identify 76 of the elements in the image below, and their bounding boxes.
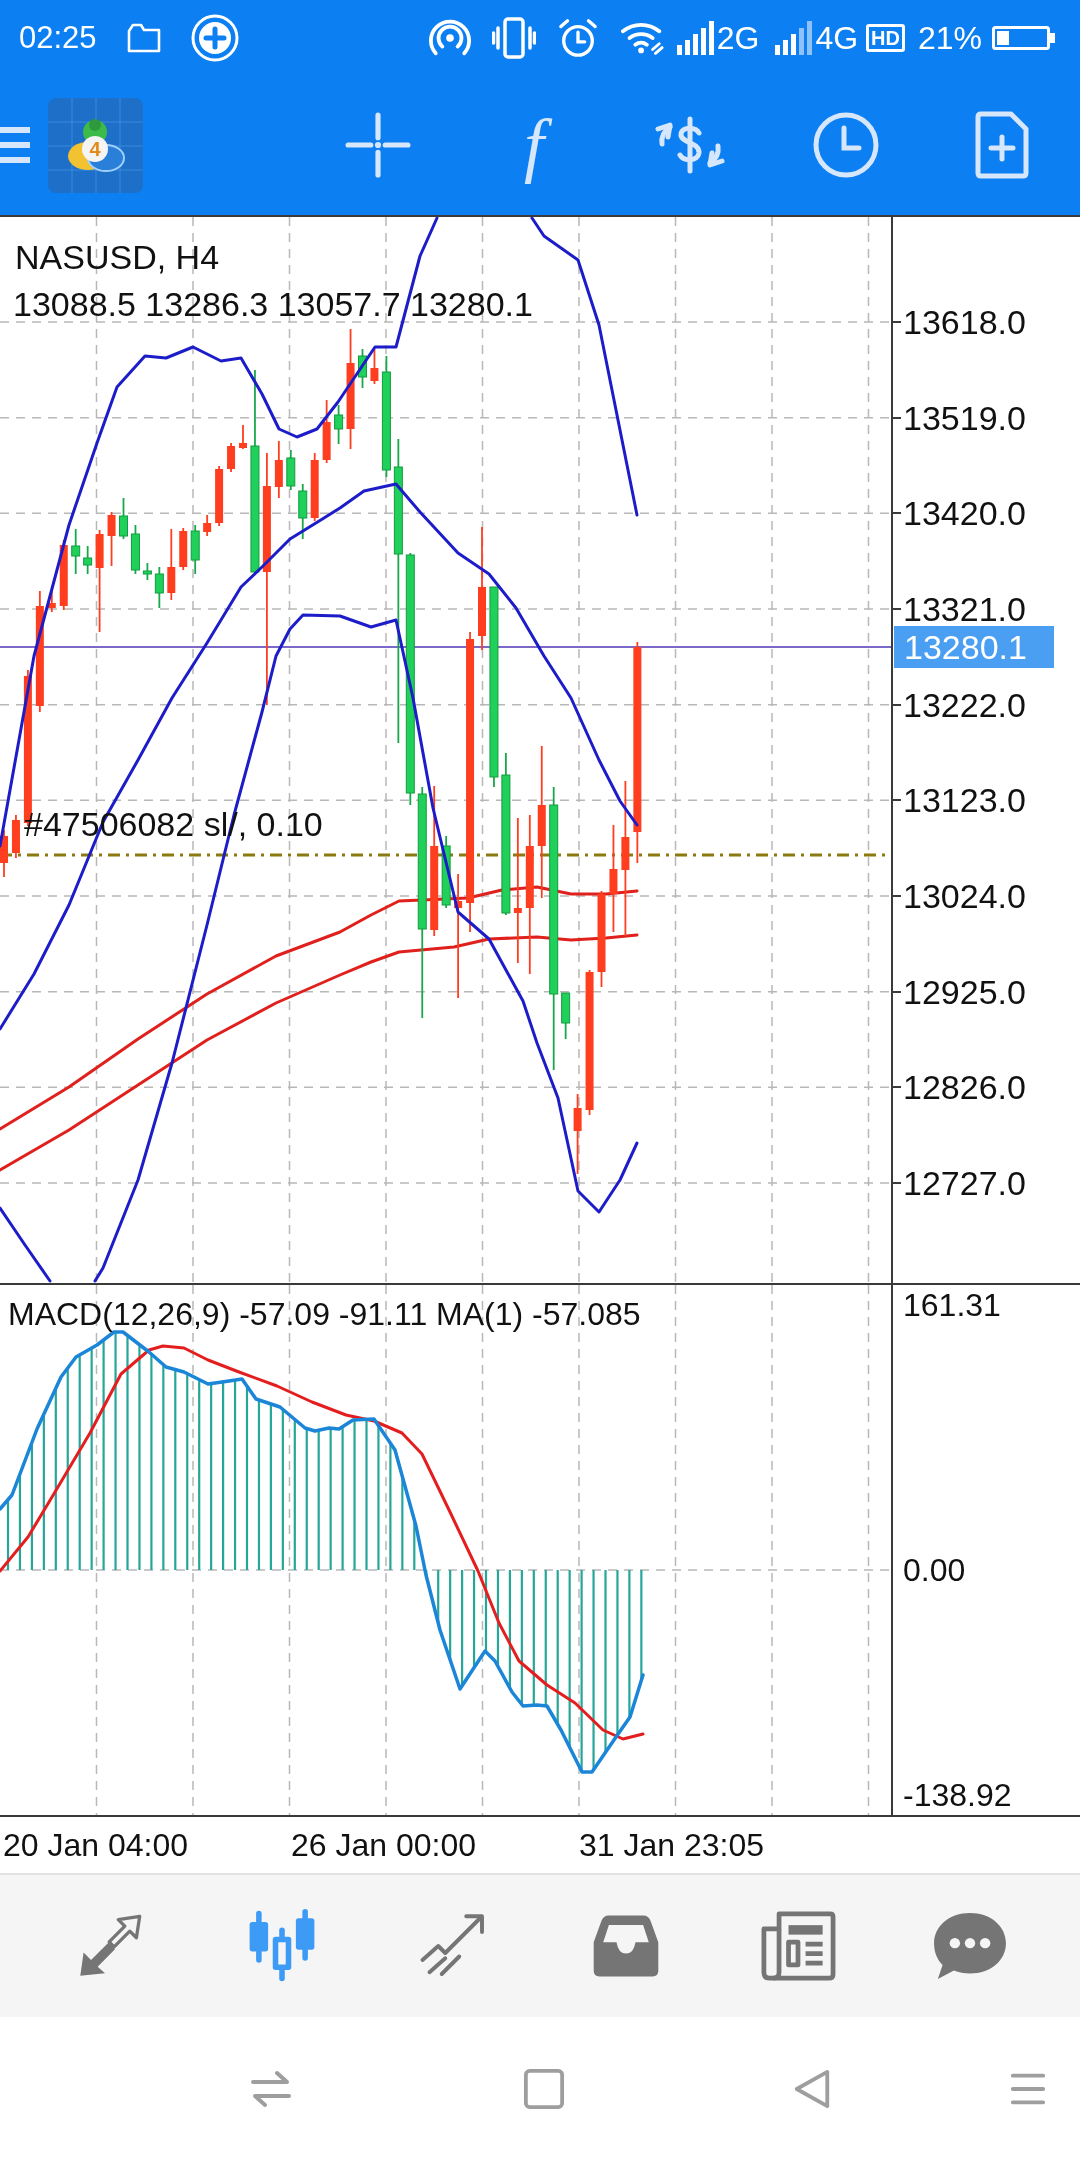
current-price-label: 13280.1: [894, 626, 1054, 668]
candlestick: [142, 562, 152, 581]
menu-icon: [0, 125, 30, 165]
macd-label: MACD(12,26,9) -57.09 -91.11 MA(1) -57.085: [8, 1295, 641, 1333]
candlestick: [107, 511, 116, 567]
histogram-bar: [6, 1499, 10, 1570]
price-tick-label: 13123.0: [903, 780, 1026, 821]
candlestick: [71, 528, 81, 575]
candlestick: [370, 348, 379, 385]
signal-icon: [676, 20, 715, 55]
chat-bubble-icon: [932, 1911, 1008, 1981]
bottom-nav-button[interactable]: [932, 1911, 1008, 1981]
price-tick-label: 13321.0: [903, 589, 1026, 629]
candlestick: [227, 442, 236, 473]
macd-tick-label: -138.92: [903, 1776, 1012, 1814]
alarm-icon: [557, 17, 598, 58]
battery-icon: [992, 25, 1056, 50]
menu-button[interactable]: [0, 125, 30, 165]
network-type: 4G: [815, 21, 859, 54]
candlestick: [239, 424, 247, 450]
network-type: 2G: [716, 21, 760, 54]
ohlc-values: 13088.5 13286.3 13057.7 13280.1: [13, 284, 533, 324]
folder-icon: [126, 22, 161, 53]
clock-icon: [813, 112, 879, 178]
bottom-nav-button[interactable]: [760, 1910, 836, 1982]
clock-time: 02:25: [19, 22, 97, 53]
system-nav-button[interactable]: [249, 2068, 293, 2109]
candlestick: [561, 992, 571, 1040]
candlestick: [215, 465, 224, 527]
candlestick: [310, 452, 319, 522]
chart-symbol: NASUSD, H4: [15, 237, 220, 277]
macd-tick-label: 161.31: [903, 1286, 1001, 1324]
time-label: 31 Jan 23:05: [579, 1827, 765, 1863]
price-tick-label: 13024.0: [903, 876, 1026, 916]
candlestick: [47, 590, 56, 613]
candlestick: [203, 514, 212, 537]
candlestick: [83, 545, 93, 575]
plus-circle-icon: [190, 13, 239, 62]
price-tick-label: 12826.0: [903, 1067, 1026, 1108]
toolbar-button[interactable]: [975, 111, 1029, 179]
vibrate-icon: [491, 15, 536, 60]
candlestick: [322, 399, 331, 464]
battery-percent: 21%: [917, 21, 982, 54]
macd-tick-label: 0.00: [903, 1551, 966, 1589]
candlestick: [298, 483, 308, 540]
file-plus-icon: [975, 111, 1029, 179]
price-tick-label: 12727.0: [903, 1163, 1026, 1203]
system-nav-button[interactable]: [523, 2067, 565, 2110]
time-label: 20 Jan 04:00: [3, 1827, 189, 1863]
hd-badge: HD: [866, 23, 905, 52]
price-tick-label: 13618.0: [903, 302, 1026, 342]
newspaper-icon: [760, 1910, 836, 1982]
signal-icon: [775, 20, 814, 55]
candlestick: [0, 829, 8, 878]
candlestick: [358, 348, 367, 389]
square-icon: [523, 2067, 565, 2110]
price-tick-label: 13222.0: [903, 684, 1026, 725]
crosshair-icon: [345, 112, 411, 178]
candlestick: [334, 404, 344, 445]
price-tick-label: 13519.0: [903, 397, 1026, 438]
swap-arrows-icon: [249, 2068, 293, 2109]
candlestick: [11, 814, 20, 859]
candlestick: [274, 440, 283, 499]
price-tick-label: 13420.0: [903, 493, 1026, 534]
app-logo[interactable]: 4: [48, 97, 143, 193]
candlestick: [154, 566, 164, 609]
price-tick-label: 12925.0: [903, 971, 1026, 1012]
candlestick: [190, 524, 200, 575]
candlestick: [179, 527, 188, 571]
candlestick: [119, 497, 128, 540]
time-label: 26 Jan 00:00: [291, 1827, 477, 1863]
toolbar-button[interactable]: [813, 112, 879, 178]
candlestick: [130, 524, 140, 575]
candlestick: [286, 449, 296, 491]
toolbar-button[interactable]: [345, 112, 411, 178]
function-button[interactable]: f: [510, 97, 558, 193]
